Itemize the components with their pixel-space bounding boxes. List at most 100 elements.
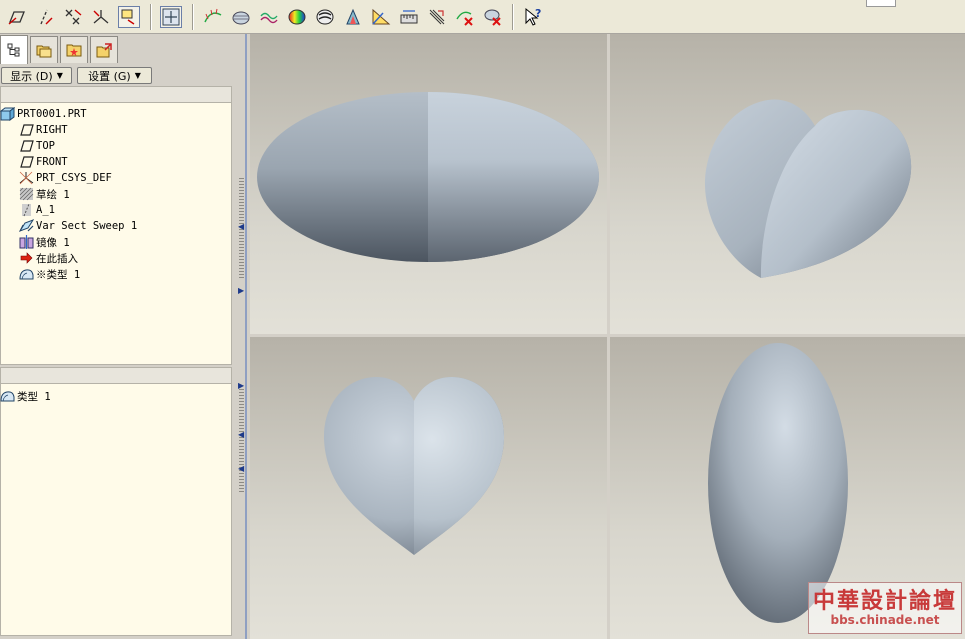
- tree-item[interactable]: TOP: [18, 138, 55, 154]
- tree-item[interactable]: FRONT: [18, 154, 68, 170]
- toolbar-field[interactable]: [866, 0, 896, 7]
- tree-item[interactable]: RIGHT: [18, 122, 68, 138]
- navigator-tabs: [0, 34, 236, 64]
- measure-button[interactable]: [398, 6, 420, 28]
- collapse-left-icon[interactable]: ◀: [238, 464, 244, 473]
- tree-item[interactable]: Var Sect Sweep 1: [18, 218, 137, 234]
- dihedral-analysis-button[interactable]: [370, 6, 392, 28]
- datum-point-display-button[interactable]: [62, 6, 84, 28]
- delete-surface-analysis-icon: [484, 9, 501, 26]
- offset-analysis-button[interactable]: [258, 6, 280, 28]
- dropdown-arrow-icon: ▼: [134, 71, 141, 80]
- model-tree: PRT0001.PRT RIGHT TOP FRONT PRT_CSYS_DEF 草绘 1…: [0, 103, 232, 365]
- annotation-display-button[interactable]: [118, 6, 140, 28]
- favorites-icon: [66, 44, 82, 57]
- datum-plane-display-icon: [8, 11, 25, 25]
- tab-favorites[interactable]: [60, 36, 88, 63]
- detail-item[interactable]: 类型 1: [0, 388, 51, 404]
- datum-axis-display-button[interactable]: [34, 6, 56, 28]
- section-analysis-icon: [232, 11, 250, 25]
- tree-item[interactable]: 在此插入: [18, 250, 78, 266]
- delete-curve-analysis-button[interactable]: [454, 6, 476, 28]
- panel-splitter[interactable]: ◀ ▶ ▶ ◀ ◀: [236, 34, 250, 639]
- tree-item[interactable]: PRT0001.PRT: [0, 106, 87, 122]
- mirror-icon: [18, 235, 34, 249]
- curve-analysis-button[interactable]: [202, 6, 224, 28]
- datum-axis-display-icon: [40, 9, 53, 25]
- tab-connections[interactable]: [90, 36, 118, 63]
- reflection-analysis-button[interactable]: [314, 6, 336, 28]
- detail-header: [0, 367, 232, 384]
- tree-item-label: TOP: [36, 140, 55, 152]
- draft-analysis-button[interactable]: [342, 6, 364, 28]
- delete-curve-analysis-icon: [456, 11, 473, 26]
- measure-icon: [400, 10, 418, 24]
- section-analysis-button[interactable]: [230, 6, 252, 28]
- context-help-icon: ?: [525, 7, 541, 26]
- site-watermark: 中華設計論壇 bbs.chinade.net: [808, 582, 962, 634]
- view-spin-center-icon: [162, 8, 180, 26]
- context-help-button[interactable]: ?: [522, 6, 544, 28]
- tree-item-label: 类型 1: [17, 390, 51, 403]
- tree-item-label: FRONT: [36, 156, 68, 168]
- tree-item-label: ※类型 1: [36, 268, 81, 281]
- tree-item-label: A_1: [36, 204, 55, 216]
- coordinate-system-display-icon: [93, 10, 109, 24]
- insert-here-arrow-icon: [18, 251, 34, 265]
- viewport-top[interactable]: [250, 337, 607, 639]
- collapse-left-icon[interactable]: ◀: [238, 430, 244, 439]
- settings-menu-button[interactable]: 设置 (G) ▼: [77, 67, 152, 84]
- tree-item-label: 镜像 1: [36, 236, 70, 249]
- shaded-curvature-icon: [288, 9, 306, 25]
- navigator-panel: 显示 (D) ▼ 设置 (G) ▼ PRT0001.PRT RIGHT TOP FRO…: [0, 34, 236, 639]
- watermark-url: bbs.chinade.net: [830, 613, 940, 627]
- reflection-analysis-icon: [316, 9, 334, 25]
- show-menu-button[interactable]: 显示 (D) ▼: [1, 67, 72, 84]
- datum-plane-display-button[interactable]: [6, 6, 28, 28]
- datum-point-display-icon: [65, 9, 82, 25]
- tree-item[interactable]: 镜像 1: [18, 234, 70, 250]
- curve-analysis-icon: [204, 8, 222, 23]
- coordinate-system-icon: [18, 171, 34, 185]
- ellipsoid-side-view: [257, 92, 599, 262]
- coordinate-system-display-button[interactable]: [90, 6, 112, 28]
- main-toolbar: ?: [0, 0, 965, 34]
- tree-item[interactable]: 草绘 1: [18, 186, 70, 202]
- splitter-line: [245, 34, 247, 639]
- sketch-icon: [18, 187, 34, 201]
- tree-item-label: Var Sect Sweep 1: [36, 220, 138, 232]
- part-icon: [0, 107, 15, 121]
- datum-plane-icon: [18, 155, 34, 169]
- model-tree-icon: [7, 43, 20, 57]
- tree-item[interactable]: ※类型 1: [18, 266, 80, 282]
- draft-analysis-icon: [346, 8, 360, 25]
- tree-item[interactable]: A_1: [18, 202, 55, 218]
- settings-menu-label: 设置 (G): [88, 69, 131, 83]
- model-tree-header: [0, 86, 232, 103]
- shaded-curvature-button[interactable]: [286, 6, 308, 28]
- delete-surface-analysis-button[interactable]: [482, 6, 504, 28]
- var-sect-sweep-icon: [18, 219, 34, 233]
- tree-item-label: RIGHT: [36, 124, 68, 136]
- heart-front-view: [323, 377, 505, 555]
- tab-folder-browser[interactable]: [30, 36, 58, 63]
- datum-plane-icon: [18, 139, 34, 153]
- svg-text:?: ?: [535, 7, 541, 20]
- collapse-left-icon[interactable]: ◀: [238, 222, 244, 231]
- tree-item-label: 草绘 1: [36, 188, 70, 201]
- viewport-isometric[interactable]: [610, 34, 965, 334]
- tree-item-label: 在此插入: [36, 252, 78, 265]
- expand-right-icon[interactable]: ▶: [238, 286, 244, 295]
- connections-icon: [96, 43, 112, 58]
- tree-item[interactable]: PRT_CSYS_DEF: [18, 170, 112, 186]
- viewport-front[interactable]: [250, 34, 607, 334]
- splitter-grip: [239, 389, 244, 494]
- view-spin-center-button[interactable]: [160, 6, 182, 28]
- tab-model-tree[interactable]: [0, 35, 28, 64]
- curve-mesh-button[interactable]: [426, 6, 448, 28]
- offset-analysis-icon: [260, 12, 278, 24]
- annotation-display-icon: [121, 9, 135, 25]
- datum-plane-icon: [18, 123, 34, 137]
- heart-isometric-view: [704, 99, 912, 278]
- curve-mesh-icon: [429, 9, 445, 25]
